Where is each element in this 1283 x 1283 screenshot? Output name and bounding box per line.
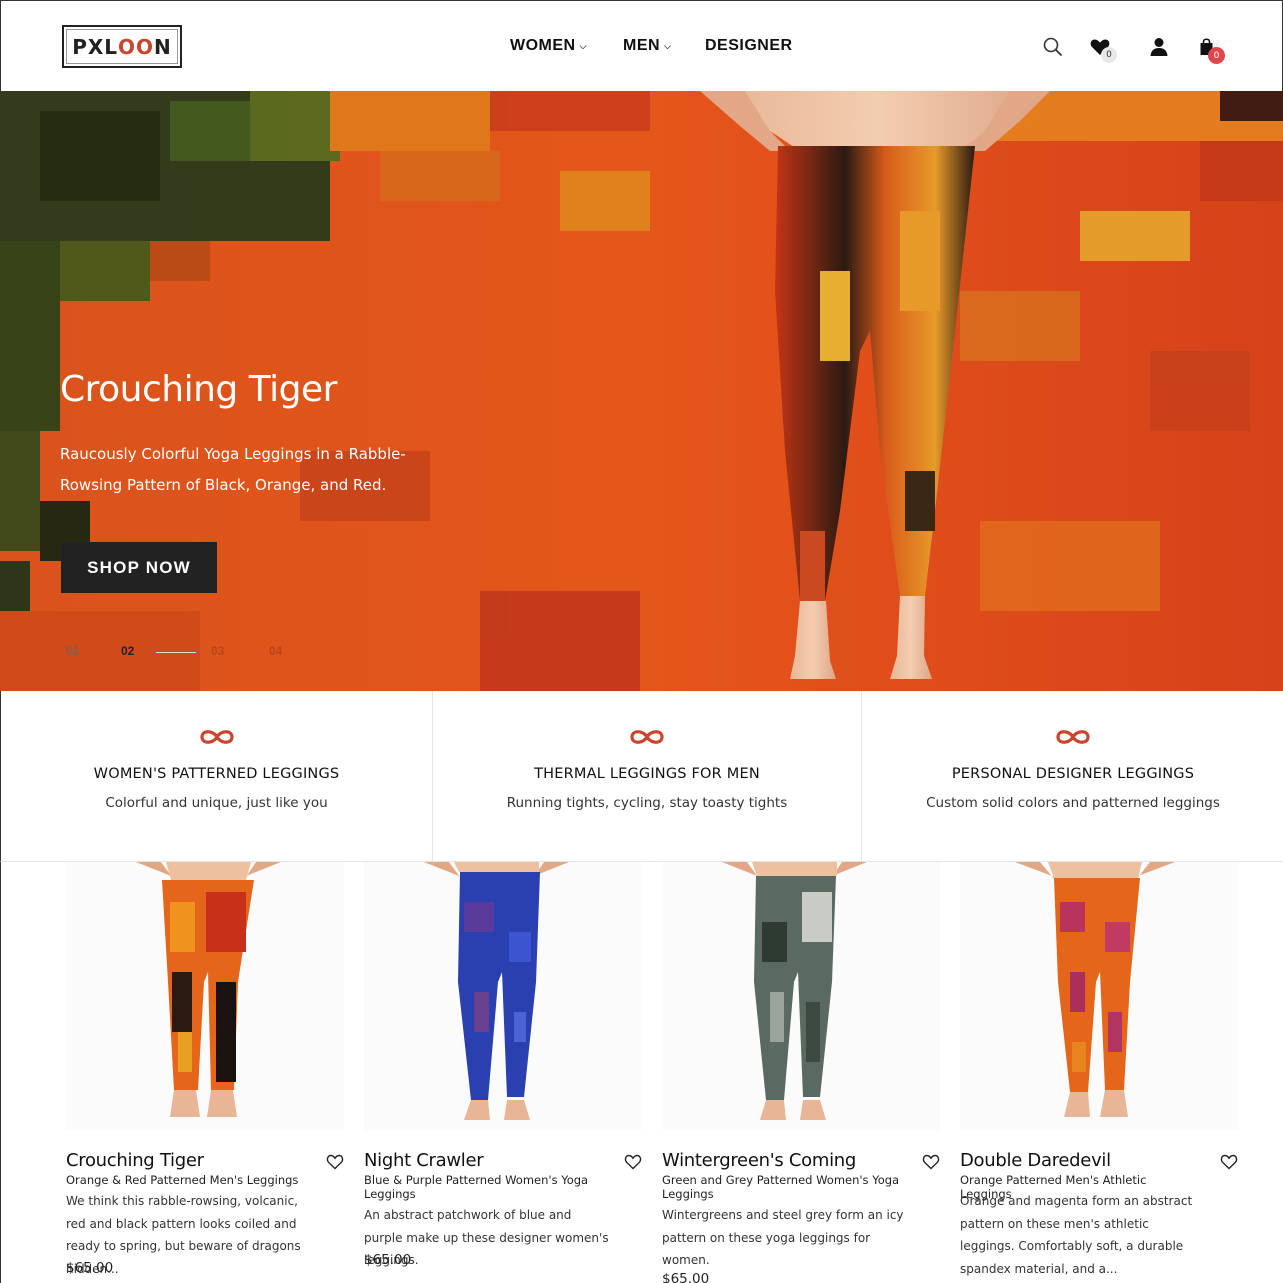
site-header: PXL OO N WOMEN ⌵ MEN ⌵ DESIGNER 0 0 — [0, 0, 1283, 91]
nav-designer-label: DESIGNER — [705, 37, 793, 54]
infinity-icon — [199, 730, 234, 744]
product-name[interactable]: Double Daredevil — [960, 1150, 1111, 1171]
search-icon[interactable] — [1042, 36, 1064, 58]
infinity-icon — [630, 730, 664, 744]
product-image[interactable] — [66, 862, 344, 1130]
product-price: $65.00 — [662, 1271, 710, 1283]
product-subtitle: Blue & Purple Patterned Women's Yoga Leg… — [364, 1173, 589, 1201]
product-price: $65.00 — [364, 1252, 412, 1268]
wishlist-heart-icon[interactable]: 0 — [1089, 36, 1117, 63]
nav-designer[interactable]: DESIGNER — [705, 37, 793, 55]
product-subtitle: Green and Grey Patterned Women's Yoga Le… — [662, 1173, 900, 1201]
logo[interactable]: PXL OO N — [62, 25, 182, 68]
slide-dot-01[interactable]: 01 — [66, 644, 79, 658]
feature-title: THERMAL LEGGINGS FOR MEN — [534, 766, 760, 782]
product-image[interactable] — [364, 862, 642, 1130]
product-description: Orange and magenta form an abstract patt… — [960, 1194, 1193, 1276]
feature-subtitle: Running tights, cycling, stay toasty tig… — [506, 795, 788, 811]
infinity-icon — [1056, 730, 1090, 744]
product-subtitle: Orange & Red Patterned Men's Leggings — [66, 1173, 299, 1187]
active-slide-indicator — [156, 652, 196, 653]
wishlist-count-badge: 0 — [1101, 47, 1117, 63]
nav-women[interactable]: WOMEN ⌵ — [510, 37, 587, 55]
slide-dot-04[interactable]: 04 — [269, 644, 282, 658]
slide-dot-03[interactable]: 03 — [211, 644, 224, 658]
hero-banner: Crouching Tiger Raucously Colorful Yoga … — [0, 91, 1283, 691]
hero-title: Crouching Tiger — [60, 369, 337, 410]
features-strip: WOMEN'S PATTERNED LEGGINGS Colorful and … — [0, 691, 1283, 862]
nav-men[interactable]: MEN ⌵ — [623, 37, 671, 55]
slide-dot-02[interactable]: 02 — [121, 644, 134, 658]
product-image[interactable] — [662, 862, 940, 1130]
shop-now-button[interactable]: SHOP NOW — [61, 542, 217, 593]
heart-icon[interactable] — [326, 1154, 344, 1170]
chevron-down-icon: ⌵ — [579, 40, 587, 51]
chevron-down-icon: ⌵ — [664, 40, 672, 51]
feature-womens[interactable]: WOMEN'S PATTERNED LEGGINGS Colorful and … — [1, 691, 432, 862]
heart-icon[interactable] — [624, 1154, 642, 1170]
product-name[interactable]: Crouching Tiger — [66, 1150, 204, 1171]
product-price: $65.00 — [66, 1260, 114, 1276]
heart-icon[interactable] — [1220, 1154, 1238, 1170]
product-name[interactable]: Wintergreen's Coming — [662, 1150, 856, 1171]
feature-subtitle: Custom solid colors and patterned leggin… — [926, 795, 1220, 811]
nav-women-label: WOMEN — [510, 37, 576, 54]
heart-icon[interactable] — [922, 1154, 940, 1170]
feature-title: PERSONAL DESIGNER LEGGINGS — [951, 766, 1195, 782]
hero-subtitle: Raucously Colorful Yoga Leggings in a Ra… — [60, 445, 406, 494]
cart-bag-icon[interactable]: 0 — [1197, 36, 1225, 64]
feature-subtitle: Colorful and unique, just like you — [105, 795, 328, 811]
nav-men-label: MEN — [623, 37, 661, 54]
logo-post: N — [154, 34, 172, 59]
feature-title: WOMEN'S PATTERNED LEGGINGS — [93, 766, 340, 782]
product-image[interactable] — [960, 862, 1238, 1130]
product-grid: Crouching Tiger Orange & Red Patterned M… — [0, 862, 1283, 1283]
logo-infinity: OO — [118, 34, 155, 59]
product-description: Wintergreens and steel grey form an icy … — [662, 1208, 904, 1267]
product-name[interactable]: Night Crawler — [364, 1150, 484, 1171]
feature-mens[interactable]: THERMAL LEGGINGS FOR MEN Running tights,… — [432, 691, 861, 862]
feature-designer[interactable]: PERSONAL DESIGNER LEGGINGS Custom solid … — [861, 691, 1283, 862]
logo-pre: PXL — [72, 34, 119, 59]
cart-count-badge: 0 — [1208, 47, 1225, 64]
user-icon[interactable] — [1148, 36, 1170, 58]
